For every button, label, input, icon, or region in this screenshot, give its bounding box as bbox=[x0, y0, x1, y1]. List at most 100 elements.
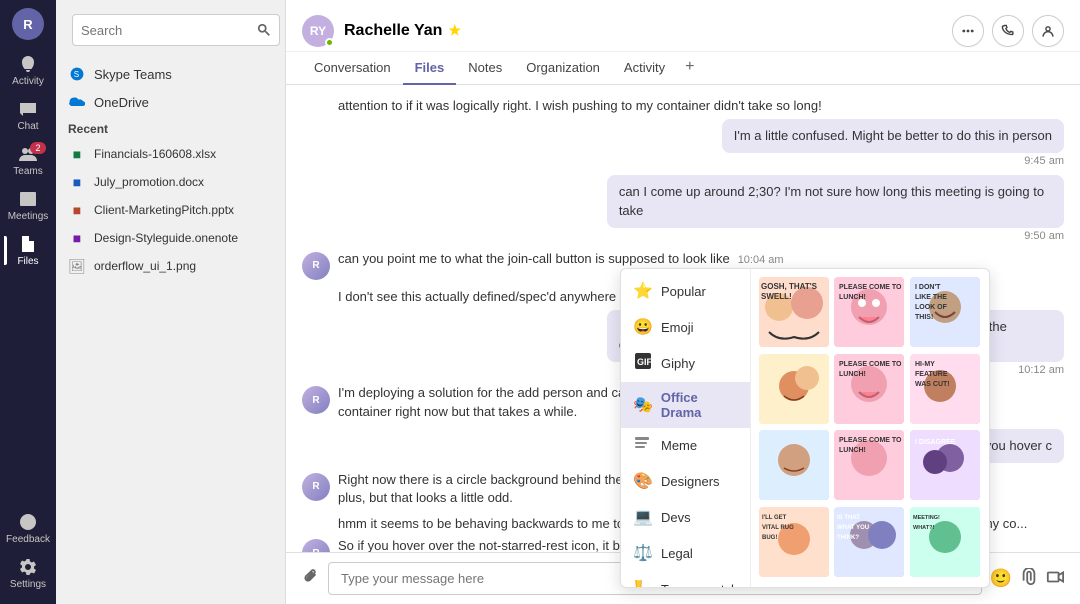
svg-text:WAS CUT!: WAS CUT! bbox=[915, 381, 950, 388]
category-emoji-label: Emoji bbox=[661, 320, 694, 335]
file-item-2[interactable]: ■ Client-MarketingPitch.pptx bbox=[56, 196, 285, 224]
file-item-4[interactable]: 🖼 orderflow_ui_1.png bbox=[56, 252, 285, 280]
tab-activity[interactable]: Activity bbox=[612, 52, 677, 85]
sticker-5[interactable]: HI-MY FEATURE WAS CUT! bbox=[910, 354, 980, 424]
tab-organization[interactable]: Organization bbox=[514, 52, 612, 85]
message-text: can you point me to what the join-call b… bbox=[338, 250, 730, 268]
category-designers[interactable]: 🎨 Designers bbox=[621, 463, 750, 499]
sidebar: R Activity Chat 2 Teams Meetings Files F… bbox=[0, 0, 56, 604]
file-item-3[interactable]: ■ Design-Styleguide.onenote bbox=[56, 224, 285, 252]
sticker-9[interactable]: I'LL GET VITAL RUG BUG! bbox=[759, 507, 829, 577]
legal-icon: ⚖️ bbox=[633, 543, 653, 563]
sidebar-item-activity[interactable]: Activity bbox=[4, 48, 52, 93]
tabs-bar: Conversation Files Notes Organization Ac… bbox=[286, 52, 1080, 85]
recent-section-title: Recent bbox=[56, 116, 285, 140]
svg-text:LUNCH!: LUNCH! bbox=[839, 447, 866, 454]
message-bubble-right: I'm a little confused. Might be better t… bbox=[722, 119, 1064, 153]
category-popular[interactable]: ⭐ Popular bbox=[621, 273, 750, 309]
category-teamsquatch[interactable]: 🦶 Teamsquatch bbox=[621, 571, 750, 587]
category-popular-label: Popular bbox=[661, 284, 706, 299]
designers-icon: 🎨 bbox=[633, 471, 653, 491]
category-giphy[interactable]: GIF Giphy bbox=[621, 345, 750, 382]
svg-text:PLEASE COME TO: PLEASE COME TO bbox=[839, 437, 902, 444]
avatar[interactable]: R bbox=[12, 8, 44, 40]
sidebar-label-activity: Activity bbox=[12, 76, 44, 87]
message-bubble-right: can I come up around 2;30? I'm not sure … bbox=[607, 175, 1064, 227]
file-name-4: orderflow_ui_1.png bbox=[94, 259, 196, 273]
svg-text:PLEASE COME TO: PLEASE COME TO bbox=[839, 284, 902, 291]
tab-notes[interactable]: Notes bbox=[456, 52, 514, 85]
call-button[interactable] bbox=[992, 15, 1024, 47]
sticker-10[interactable]: IS THAT WHAT YOU THINK? bbox=[834, 507, 904, 577]
category-office-drama-label: Office Drama bbox=[661, 390, 738, 420]
meme-icon bbox=[633, 436, 653, 455]
svg-text:THINK?: THINK? bbox=[837, 535, 859, 541]
sidebar-item-chat[interactable]: Chat bbox=[4, 93, 52, 138]
sticker-4[interactable]: PLEASE COME TO LUNCH! bbox=[834, 354, 904, 424]
sender-avatar: R bbox=[302, 539, 330, 552]
png-icon: 🖼 bbox=[68, 257, 86, 275]
sticker-2[interactable]: I DON'T LIKE THE LOOK OF THIS! bbox=[910, 277, 980, 347]
docx-icon: ■ bbox=[68, 173, 86, 191]
office-drama-icon: 🎭 bbox=[633, 395, 653, 415]
tab-files[interactable]: Files bbox=[403, 52, 457, 85]
panel-onedrive[interactable]: OneDrive bbox=[56, 88, 285, 116]
sender-avatar: R bbox=[302, 386, 330, 414]
category-legal[interactable]: ⚖️ Legal bbox=[621, 535, 750, 571]
file-name-3: Design-Styleguide.onenote bbox=[94, 231, 238, 245]
category-teamsquatch-label: Teamsquatch bbox=[661, 582, 738, 588]
video-input-icon[interactable] bbox=[1046, 568, 1064, 589]
sidebar-label-teams: Teams bbox=[13, 166, 42, 177]
panel-skype-teams[interactable]: S Skype Teams bbox=[56, 60, 285, 88]
category-legal-label: Legal bbox=[661, 546, 693, 561]
sticker-7[interactable]: PLEASE COME TO LUNCH! bbox=[834, 430, 904, 500]
svg-text:FEATURE: FEATURE bbox=[915, 371, 948, 378]
tab-add-button[interactable]: + bbox=[677, 52, 702, 84]
message-time: 10:12 am bbox=[1018, 364, 1064, 376]
contact-avatar: RY bbox=[302, 15, 334, 47]
attachment-input-icon[interactable] bbox=[1020, 568, 1038, 589]
search-bar[interactable] bbox=[72, 14, 280, 46]
file-item-1[interactable]: ■ July_promotion.docx bbox=[56, 168, 285, 196]
file-item-0[interactable]: ■ Financials-160608.xlsx bbox=[56, 140, 285, 168]
emoji-input-icon[interactable]: 🙂 bbox=[990, 568, 1012, 589]
header-actions bbox=[952, 15, 1064, 47]
sidebar-item-settings[interactable]: Settings bbox=[4, 551, 52, 596]
sticker-1[interactable]: PLEASE COME TO LUNCH! bbox=[834, 277, 904, 347]
sidebar-item-feedback[interactable]: Feedback bbox=[4, 506, 52, 551]
sticker-0[interactable]: GOSH, THAT'S SWELL! bbox=[759, 277, 829, 347]
sender-avatar: R bbox=[302, 252, 330, 280]
sender-avatar: R bbox=[302, 473, 330, 501]
profile-button[interactable] bbox=[1032, 15, 1064, 47]
message-time: 10:04 am bbox=[738, 254, 784, 266]
sidebar-item-meetings[interactable]: Meetings bbox=[4, 183, 52, 228]
sidebar-item-files[interactable]: Files bbox=[4, 228, 52, 273]
svg-text:WHAT YOU: WHAT YOU bbox=[837, 525, 869, 531]
sticker-11[interactable]: MEETING! WHAT?! bbox=[910, 507, 980, 577]
search-icon bbox=[257, 23, 271, 37]
category-designers-label: Designers bbox=[661, 474, 720, 489]
sidebar-label-feedback: Feedback bbox=[6, 534, 50, 545]
sticker-8[interactable]: I DISAGREE bbox=[910, 430, 980, 500]
more-options-button[interactable] bbox=[952, 15, 984, 47]
onenote-icon: ■ bbox=[68, 229, 86, 247]
favorite-star-icon[interactable]: ★ bbox=[448, 22, 461, 39]
category-meme[interactable]: Meme bbox=[621, 428, 750, 463]
category-devs-label: Devs bbox=[661, 510, 691, 525]
attach-icon[interactable] bbox=[302, 568, 320, 589]
tab-conversation[interactable]: Conversation bbox=[302, 52, 403, 85]
search-input[interactable] bbox=[81, 23, 257, 38]
svg-text:WHAT?!: WHAT?! bbox=[913, 525, 934, 531]
sticker-popup: ⭐ Popular 😀 Emoji GIF Giphy 🎭 Office Dra… bbox=[620, 268, 990, 588]
file-name-2: Client-MarketingPitch.pptx bbox=[94, 203, 234, 217]
sticker-6[interactable] bbox=[759, 430, 829, 500]
svg-text:I DISAGREE: I DISAGREE bbox=[915, 439, 956, 446]
sticker-3[interactable] bbox=[759, 354, 829, 424]
table-row: can I come up around 2;30? I'm not sure … bbox=[302, 175, 1064, 241]
category-emoji[interactable]: 😀 Emoji bbox=[621, 309, 750, 345]
svg-text:I'LL GET: I'LL GET bbox=[762, 515, 787, 521]
sidebar-item-teams[interactable]: 2 Teams bbox=[4, 138, 52, 183]
category-devs[interactable]: 💻 Devs bbox=[621, 499, 750, 535]
category-giphy-label: Giphy bbox=[661, 356, 695, 371]
category-office-drama[interactable]: 🎭 Office Drama bbox=[621, 382, 750, 428]
